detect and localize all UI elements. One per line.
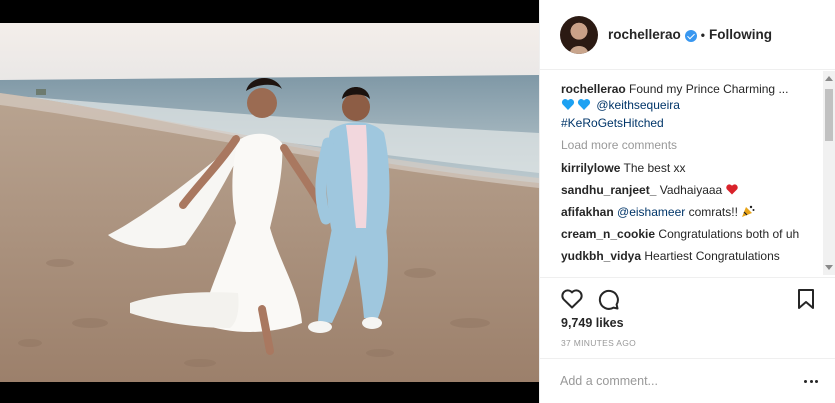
comment-item: yudkbh_vidya Heartiest Congratulations bbox=[561, 248, 810, 264]
comment-username[interactable]: cream_n_cookie bbox=[561, 227, 655, 241]
red-heart-icon bbox=[725, 183, 738, 197]
comment-text: Vadhaiyaaa bbox=[659, 183, 723, 197]
caption-mention[interactable]: @keithsequeira bbox=[596, 98, 680, 112]
comment-text: Heartiest Congratulations bbox=[644, 249, 780, 263]
author-username[interactable]: rochellerao bbox=[608, 27, 681, 42]
caption-username[interactable]: rochellerao bbox=[561, 82, 626, 96]
comment-mention[interactable]: @eishameer bbox=[617, 205, 685, 219]
party-popper-icon bbox=[741, 205, 755, 219]
comment-username[interactable]: sandhu_ranjeet_ bbox=[561, 183, 656, 197]
separator-dot: • bbox=[700, 27, 705, 42]
bookmark-icon[interactable] bbox=[794, 287, 818, 311]
heart-outline-icon[interactable] bbox=[560, 287, 584, 311]
verified-badge-icon bbox=[684, 29, 697, 42]
add-comment-input[interactable] bbox=[560, 370, 790, 392]
caption-hashtag[interactable]: #KeRoGetsHitched bbox=[561, 116, 664, 130]
post-header: rochellerao • Following bbox=[540, 0, 835, 70]
caption: rochellerao Found my Prince Charming ...… bbox=[561, 81, 810, 131]
comment-username[interactable]: yudkbh_vidya bbox=[561, 249, 641, 263]
following-button[interactable]: Following bbox=[709, 27, 772, 42]
scroll-up-arrow-icon[interactable] bbox=[825, 76, 833, 81]
comment-item: cream_n_cookie Congratulations both of u… bbox=[561, 226, 810, 242]
comment-text: comrats!! bbox=[688, 205, 738, 219]
comment-text: Congratulations both of uh bbox=[658, 227, 800, 241]
comment-bubble-icon[interactable] bbox=[596, 287, 620, 311]
photo-frame bbox=[0, 0, 539, 403]
comments-list[interactable]: rochellerao Found my Prince Charming ...… bbox=[540, 71, 835, 276]
caption-text: Found my Prince Charming ... bbox=[629, 82, 789, 96]
post-photo[interactable] bbox=[0, 23, 539, 382]
scroll-thumb[interactable] bbox=[825, 89, 833, 141]
comment-item: kirrilylowe The best xx bbox=[561, 160, 810, 176]
comments-scrollbar[interactable] bbox=[823, 71, 835, 275]
load-more-comments[interactable]: Load more comments bbox=[561, 137, 810, 153]
action-bar bbox=[540, 277, 835, 315]
scroll-down-arrow-icon[interactable] bbox=[825, 265, 833, 270]
comment-username[interactable]: kirrilylowe bbox=[561, 161, 620, 175]
comment-username[interactable]: afifakhan bbox=[561, 205, 614, 219]
comment-text: The best xx bbox=[623, 161, 686, 175]
add-comment-bar bbox=[540, 358, 835, 403]
post-timestamp[interactable]: 37 MINUTES AGO bbox=[561, 338, 636, 348]
blue-hearts-icon bbox=[561, 98, 593, 115]
ellipsis-icon[interactable] bbox=[804, 380, 818, 384]
post-side-panel: rochellerao • Following rochellerao Foun… bbox=[539, 0, 835, 403]
comment-item: afifakhan @eishameer comrats!! bbox=[561, 204, 810, 220]
likes-count[interactable]: 9,749 likes bbox=[561, 316, 624, 330]
comment-item: sandhu_ranjeet_ Vadhaiyaaa bbox=[561, 182, 810, 198]
avatar[interactable] bbox=[560, 15, 598, 54]
